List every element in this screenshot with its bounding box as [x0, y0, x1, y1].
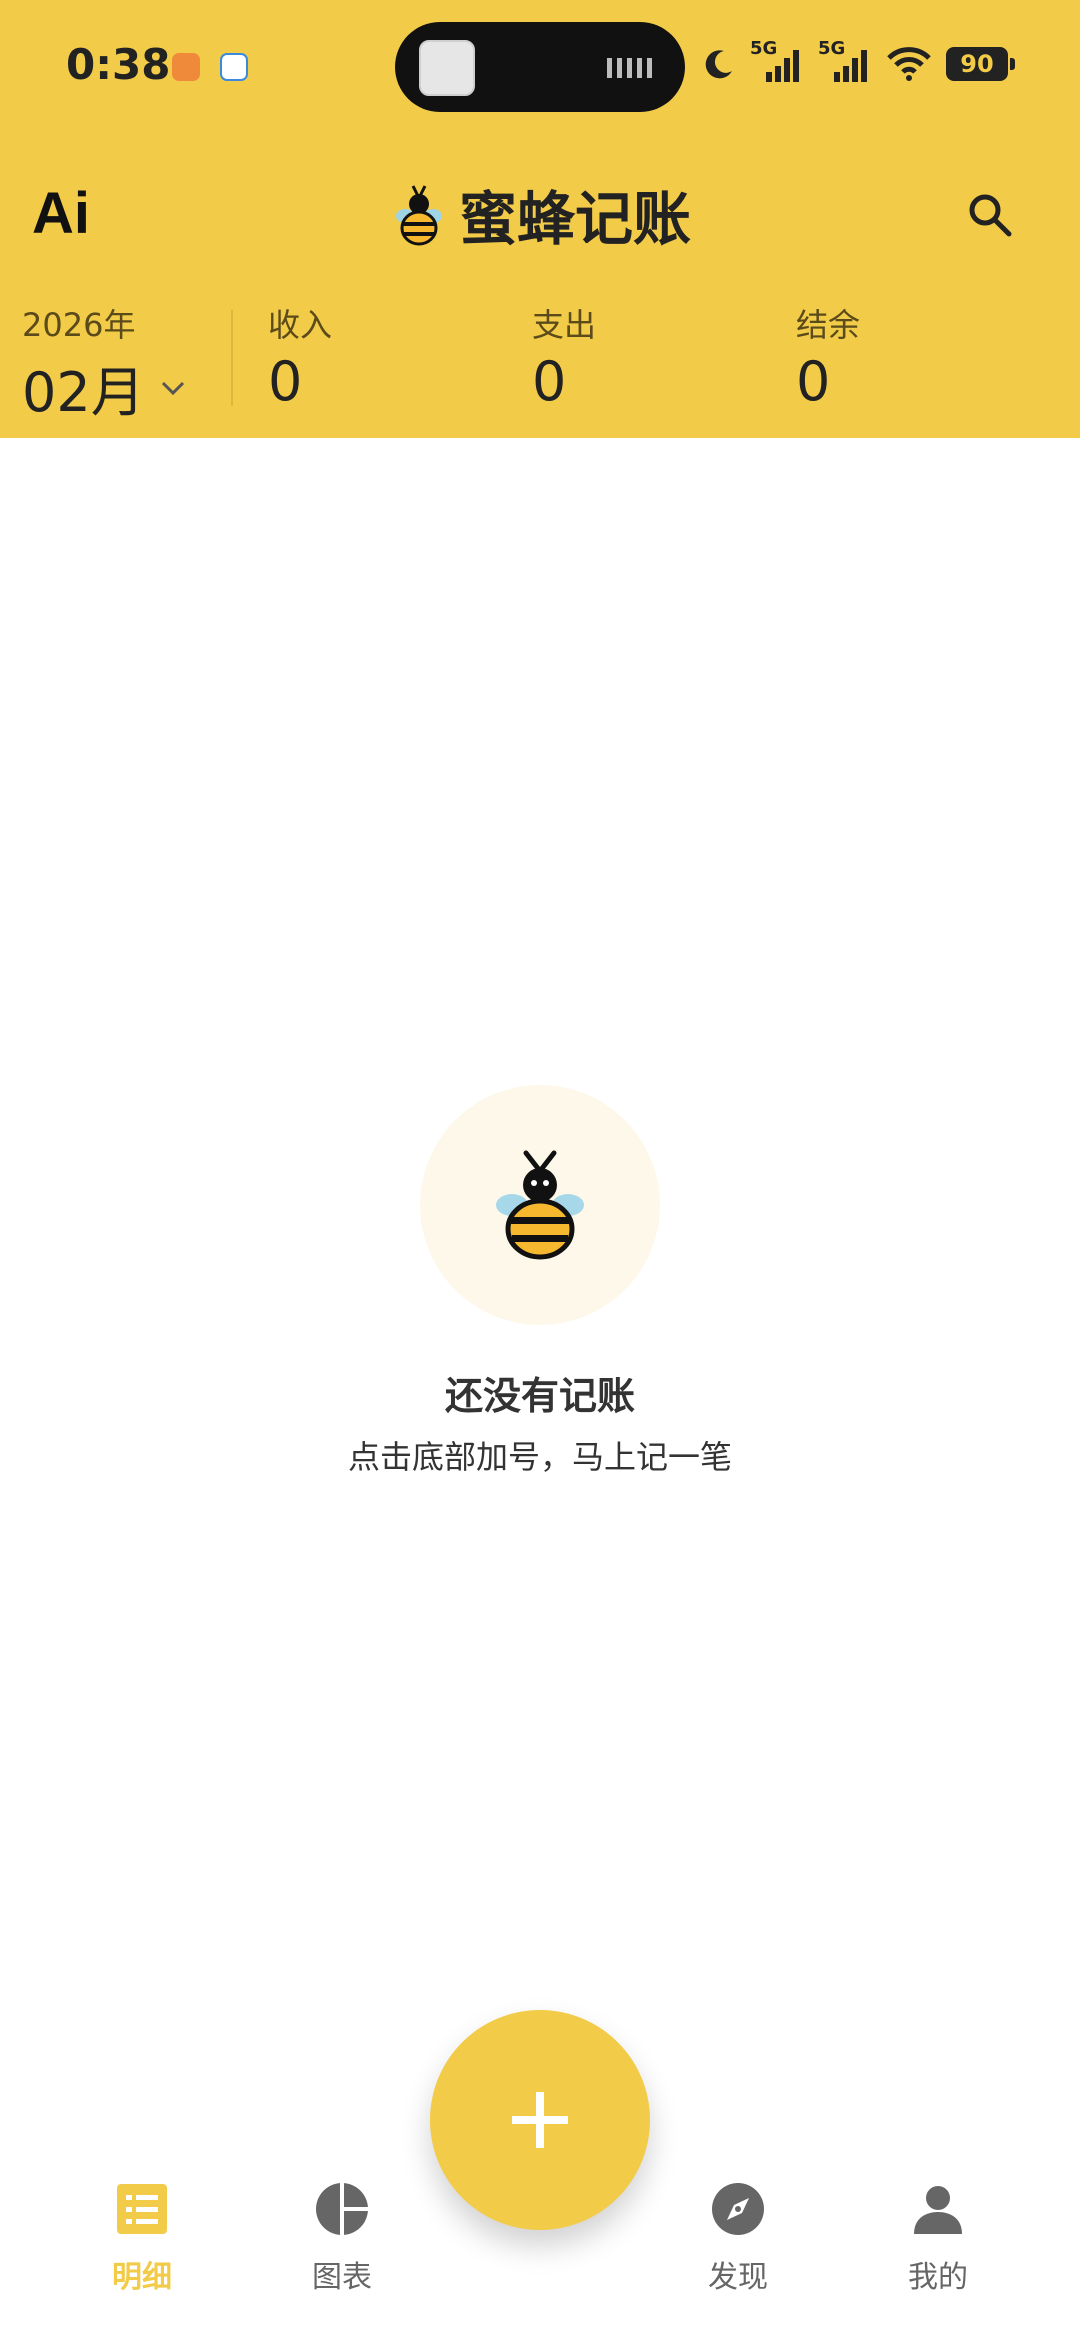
status-time: 0:38 [66, 40, 171, 89]
income-label: 收入 [268, 306, 333, 344]
search-icon[interactable] [965, 190, 1013, 238]
balance-label: 结余 [796, 306, 861, 344]
ai-button[interactable]: Ai [32, 180, 90, 247]
dynamic-island[interactable] [395, 22, 685, 112]
empty-state-illustration [420, 1085, 660, 1325]
list-icon [117, 2184, 167, 2234]
month-selector[interactable]: 02月 [22, 348, 187, 427]
income-value: 0 [268, 350, 303, 413]
month-label: 02月 [22, 361, 145, 424]
empty-state-title: 还没有记账 [444, 1374, 635, 1418]
app-title: 蜜蜂记账 [459, 185, 692, 253]
notification-app-icon-2 [220, 53, 248, 81]
tab-label: 我的 [908, 2260, 968, 2295]
bee-logo-icon [396, 185, 442, 246]
tab-charts[interactable]: 图表 [262, 2180, 422, 2296]
signal-5g-icon: 5G [750, 38, 804, 84]
balance-value: 0 [796, 350, 831, 413]
compass-icon [712, 2183, 764, 2235]
battery-indicator: 90 [946, 47, 1015, 81]
tab-details[interactable]: 明细 [62, 2180, 222, 2296]
tab-label: 图表 [312, 2260, 372, 2295]
media-thumbnail [419, 40, 475, 96]
year-label[interactable]: 2026年 [22, 300, 135, 346]
empty-state-subtitle: 点击底部加号，马上记一笔 [347, 1438, 732, 1476]
bee-mascot-icon [496, 1150, 584, 1260]
wifi-icon [887, 47, 931, 81]
tab-discover[interactable]: 发现 [658, 2180, 818, 2296]
add-record-button[interactable] [430, 2010, 650, 2230]
summary-divider [231, 310, 233, 406]
tab-label: 发现 [708, 2260, 768, 2295]
tab-label: 明细 [112, 2260, 172, 2295]
plus-icon [512, 2092, 568, 2148]
person-icon [914, 2186, 962, 2234]
app-title-group: 蜜蜂记账 [395, 172, 691, 256]
notification-app-icon [172, 53, 200, 81]
audio-wave-icon [607, 58, 655, 78]
moon-icon [705, 50, 732, 79]
expense-label: 支出 [532, 306, 597, 344]
status-icons: 5G 5G 90 [702, 38, 1015, 84]
pie-chart-icon [316, 2183, 368, 2235]
chevron-down-icon [161, 381, 184, 395]
signal-5g-icon-2: 5G [818, 38, 872, 84]
tab-profile[interactable]: 我的 [858, 2180, 1018, 2296]
expense-value: 0 [532, 350, 567, 413]
